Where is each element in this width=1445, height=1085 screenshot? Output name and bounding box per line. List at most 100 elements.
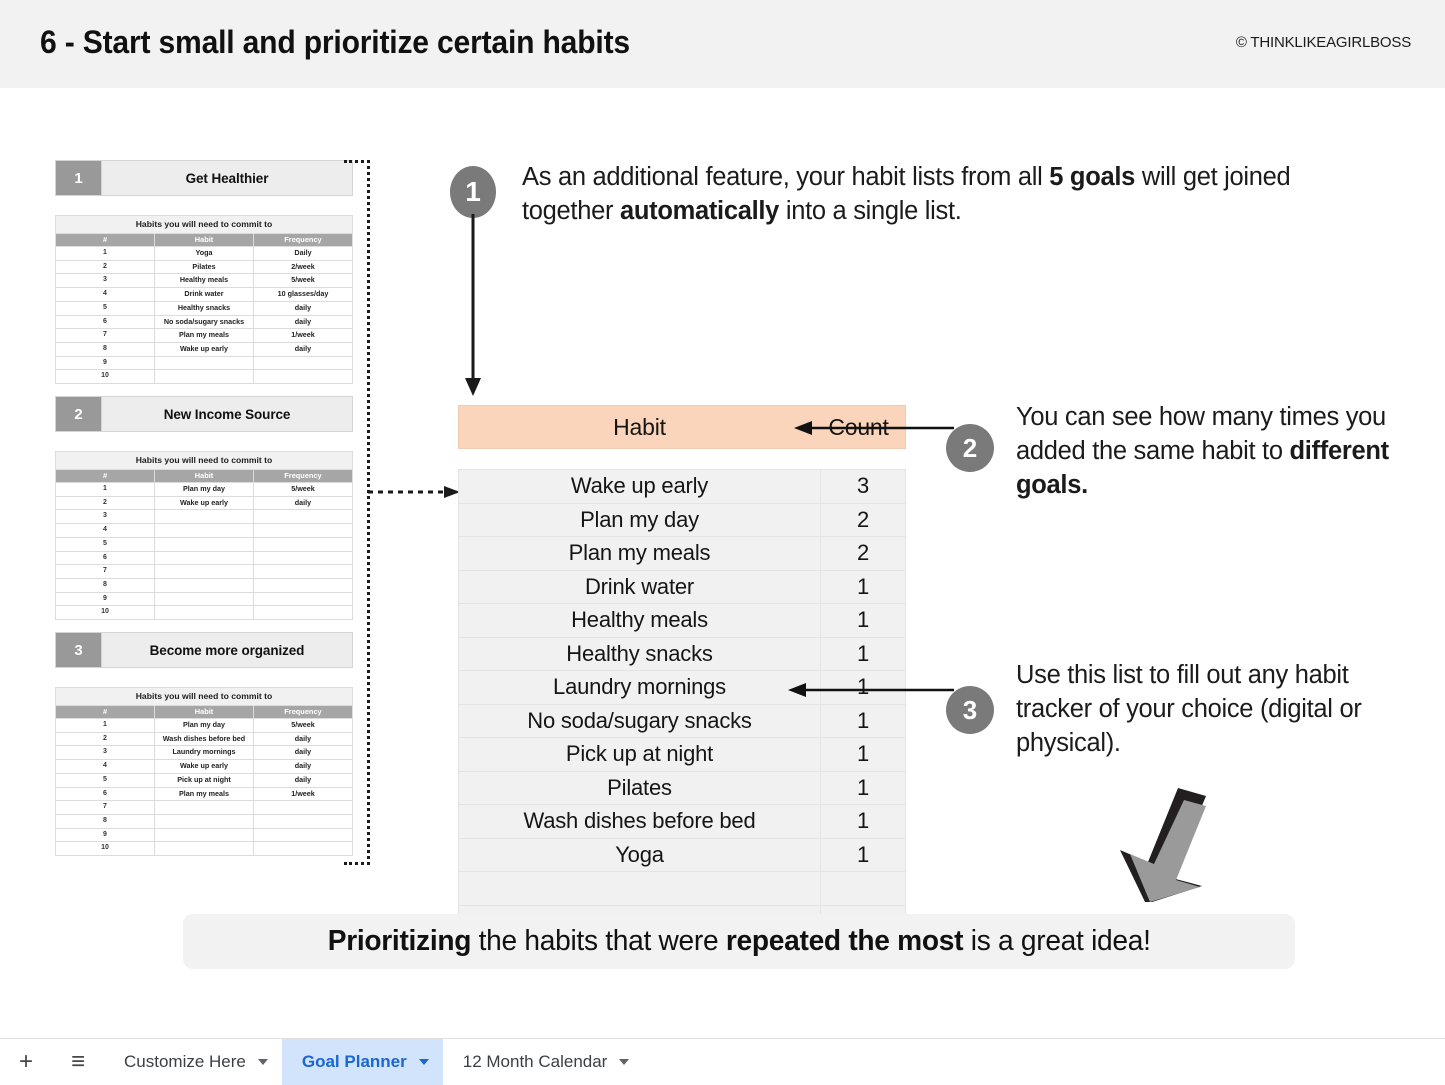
frequency-cell[interactable]: 5/week — [253, 482, 353, 497]
frequency-cell[interactable] — [253, 355, 353, 371]
table-row[interactable] — [458, 871, 906, 906]
count-value-cell[interactable]: 1 — [820, 703, 906, 738]
frequency-cell[interactable]: daily — [253, 314, 353, 330]
table-row[interactable]: 7 Plan my meals 1/week — [55, 328, 353, 343]
habit-cell[interactable] — [154, 800, 254, 815]
goal-habits-table[interactable]: Habits you will need to commit to # Habit F… — [55, 451, 353, 621]
goal-card-2[interactable]: 2 New Income Source Habits you will need t… — [55, 396, 353, 621]
habit-cell[interactable]: Healthy meals — [154, 273, 254, 289]
habit-cell[interactable]: Laundry mornings — [154, 745, 254, 761]
table-row[interactable]: 2 Wake up early daily — [55, 495, 353, 511]
table-row[interactable]: 4 Wake up early daily — [55, 759, 353, 774]
count-value-cell[interactable]: 3 — [820, 469, 906, 504]
table-row[interactable]: 1 Yoga Daily — [55, 246, 353, 261]
table-row[interactable]: No soda/sugary snacks 1 — [458, 703, 906, 738]
count-habit-cell[interactable]: Pick up at night — [458, 737, 821, 772]
table-row[interactable]: 6 Plan my meals 1/week — [55, 786, 353, 802]
habit-cell[interactable]: Wake up early — [154, 759, 254, 774]
frequency-cell[interactable]: daily — [253, 731, 353, 747]
count-value-cell[interactable]: 2 — [820, 536, 906, 571]
frequency-cell[interactable] — [253, 577, 353, 593]
frequency-cell[interactable]: daily — [253, 341, 353, 357]
table-row[interactable]: 9 — [55, 591, 353, 607]
count-habit-cell[interactable]: Healthy snacks — [458, 636, 821, 671]
frequency-cell[interactable]: 5/week — [253, 273, 353, 289]
table-row[interactable]: Wash dishes before bed 1 — [458, 804, 906, 839]
goal-card-3[interactable]: 3 Become more organized Habits you will ne… — [55, 632, 353, 857]
frequency-cell[interactable] — [253, 841, 353, 857]
count-value-cell[interactable]: 2 — [820, 502, 906, 537]
table-row[interactable]: 5 Healthy snacks daily — [55, 300, 353, 316]
table-row[interactable]: 10 — [55, 841, 353, 857]
table-row[interactable]: 8 — [55, 813, 353, 829]
table-row[interactable]: 10 — [55, 605, 353, 621]
count-value-cell[interactable]: 1 — [820, 636, 906, 671]
count-value-cell[interactable]: 1 — [820, 837, 906, 872]
table-row[interactable]: Plan my day 2 — [458, 502, 906, 537]
habit-cell[interactable]: No soda/sugary snacks — [154, 314, 254, 330]
table-row[interactable]: 6 No soda/sugary snacks daily — [55, 314, 353, 330]
sheet-tab-goal-planner[interactable]: Goal Planner — [281, 1039, 443, 1085]
habit-cell[interactable] — [154, 523, 254, 538]
habit-cell[interactable]: Wake up early — [154, 495, 254, 511]
table-row[interactable]: 2 Pilates 2/week — [55, 259, 353, 275]
count-value-cell[interactable]: 1 — [820, 804, 906, 839]
count-habit-cell[interactable]: Healthy meals — [458, 603, 821, 638]
table-row[interactable]: Healthy meals 1 — [458, 603, 906, 638]
all-sheets-menu-icon[interactable]: ≡ — [52, 1039, 104, 1085]
count-habit-cell[interactable]: Yoga — [458, 837, 821, 872]
table-row[interactable]: 10 — [55, 369, 353, 385]
frequency-cell[interactable] — [253, 605, 353, 621]
table-row[interactable]: 3 — [55, 509, 353, 525]
table-row[interactable]: 9 — [55, 355, 353, 371]
count-habit-cell[interactable]: Plan my day — [458, 502, 821, 537]
count-habit-cell[interactable]: Pilates — [458, 770, 821, 805]
habit-cell[interactable] — [154, 813, 254, 829]
table-row[interactable]: 4 — [55, 523, 353, 538]
count-value-cell[interactable]: 1 — [820, 603, 906, 638]
count-value-cell[interactable] — [820, 871, 906, 906]
habit-cell[interactable] — [154, 841, 254, 857]
table-row[interactable]: 7 — [55, 564, 353, 579]
habit-count-table[interactable]: Wake up early 3 Plan my day 2 Plan my meals 2… — [458, 469, 906, 940]
frequency-cell[interactable]: daily — [253, 759, 353, 774]
frequency-cell[interactable]: daily — [253, 495, 353, 511]
frequency-cell[interactable] — [253, 827, 353, 843]
sheet-tab-12-month-calendar[interactable]: 12 Month Calendar — [443, 1039, 644, 1085]
table-row[interactable]: 3 Healthy meals 5/week — [55, 273, 353, 289]
table-row[interactable]: Yoga 1 — [458, 837, 906, 872]
table-row[interactable]: 1 Plan my day 5/week — [55, 482, 353, 497]
count-habit-cell[interactable]: No soda/sugary snacks — [458, 703, 821, 738]
table-row[interactable]: 7 — [55, 800, 353, 815]
habit-cell[interactable]: Drink water — [154, 287, 254, 302]
habit-cell[interactable] — [154, 536, 254, 552]
chevron-down-icon[interactable] — [418, 1059, 429, 1065]
goal-card-1[interactable]: 1 Get Healthier Habits you will need to co… — [55, 160, 353, 385]
frequency-cell[interactable]: 5/week — [253, 718, 353, 733]
frequency-cell[interactable] — [253, 591, 353, 607]
frequency-cell[interactable]: daily — [253, 300, 353, 316]
goal-habits-table[interactable]: Habits you will need to commit to # Habit F… — [55, 687, 353, 857]
frequency-cell[interactable] — [253, 813, 353, 829]
table-row[interactable]: 2 Wash dishes before bed daily — [55, 731, 353, 747]
habit-cell[interactable] — [154, 605, 254, 621]
count-habit-cell[interactable] — [458, 871, 821, 906]
habit-cell[interactable]: Plan my meals — [154, 786, 254, 802]
habit-cell[interactable] — [154, 591, 254, 607]
table-row[interactable]: 5 — [55, 536, 353, 552]
count-value-cell[interactable]: 1 — [820, 737, 906, 772]
table-row[interactable]: 5 Pick up at night daily — [55, 772, 353, 788]
habit-cell[interactable] — [154, 550, 254, 566]
frequency-cell[interactable] — [253, 564, 353, 579]
count-value-cell[interactable]: 1 — [820, 770, 906, 805]
table-row[interactable]: Plan my meals 2 — [458, 536, 906, 571]
habit-cell[interactable] — [154, 509, 254, 525]
frequency-cell[interactable] — [253, 369, 353, 385]
frequency-cell[interactable] — [253, 523, 353, 538]
habit-cell[interactable]: Yoga — [154, 246, 254, 261]
table-row[interactable]: 1 Plan my day 5/week — [55, 718, 353, 733]
habit-cell[interactable]: Plan my day — [154, 718, 254, 733]
frequency-cell[interactable] — [253, 509, 353, 525]
frequency-cell[interactable]: 1/week — [253, 786, 353, 802]
habit-cell[interactable] — [154, 564, 254, 579]
